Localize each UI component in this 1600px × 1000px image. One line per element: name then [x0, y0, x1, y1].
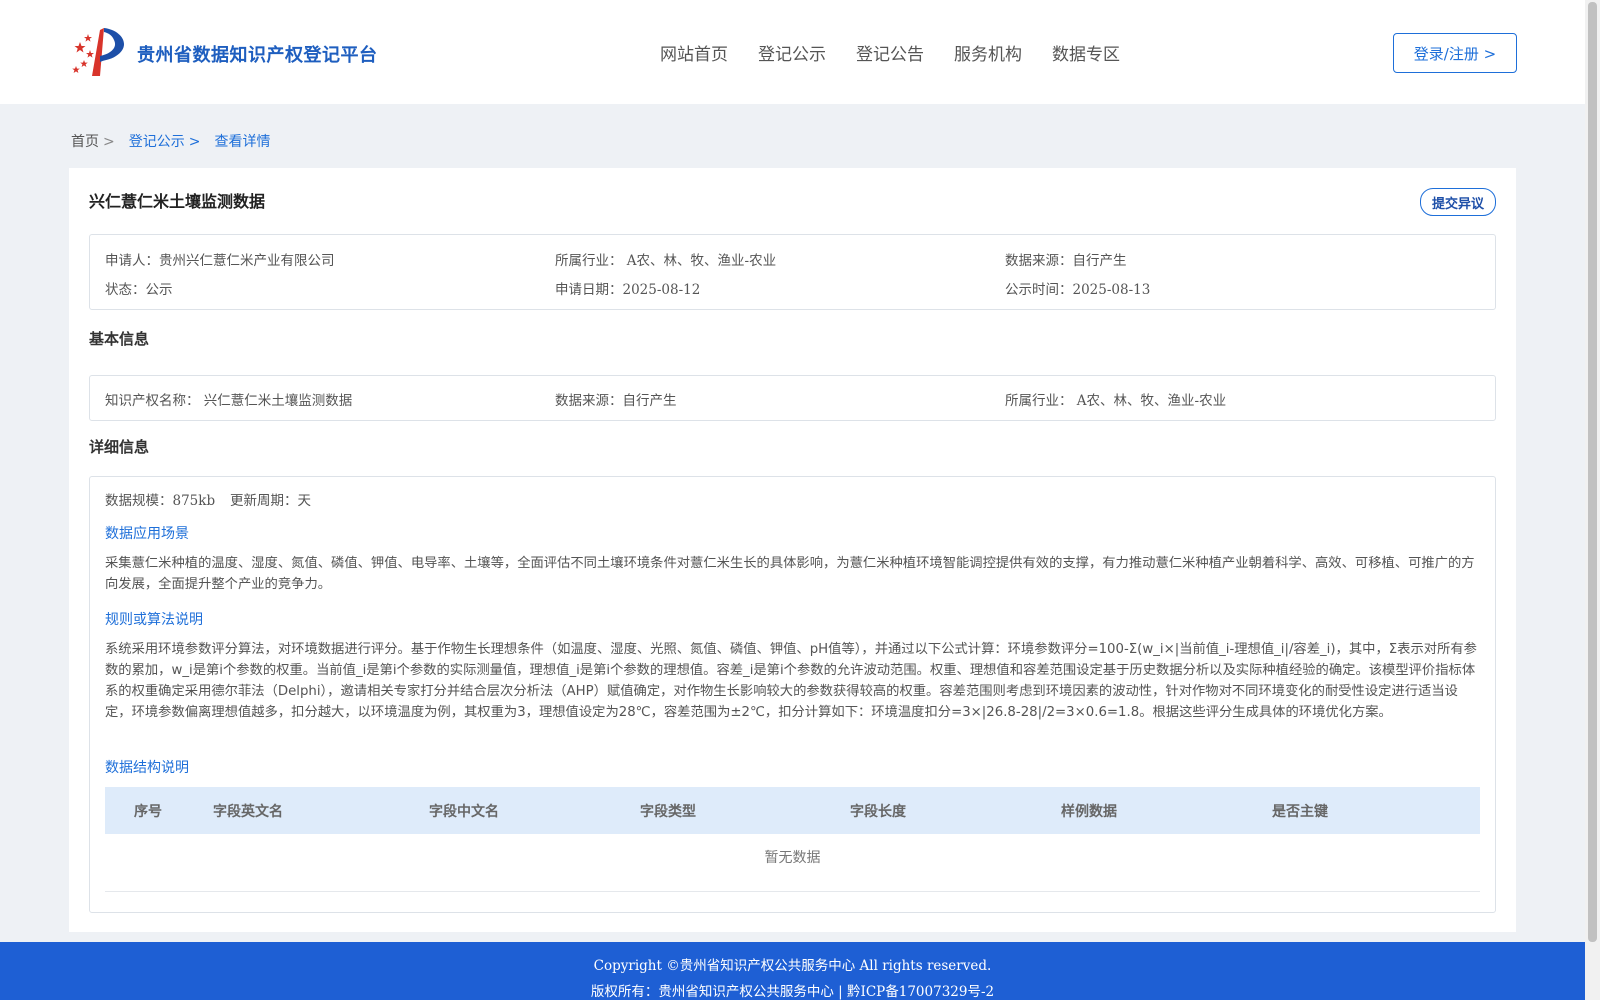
- apply-date-field: 申请日期：2025-08-12: [555, 278, 700, 298]
- scale-field: 数据规模：875kb: [105, 489, 215, 509]
- detail-card: 兴仁薏仁米土壤监测数据 提交异议 申请人：贵州兴仁薏仁米产业有限公司 所属行业：…: [69, 168, 1516, 932]
- page-scrollbar[interactable]: [1585, 0, 1600, 1000]
- nav-data-zone[interactable]: 数据专区: [1052, 40, 1120, 65]
- detail-info-box: 数据规模：875kb 更新周期：天 数据应用场景 采集薏仁米种植的温度、湿度、氮…: [89, 476, 1496, 913]
- structure-table-header: 序号 字段英文名 字段中文名 字段类型 字段长度 样例数据 是否主键: [105, 787, 1480, 834]
- structure-title: 数据结构说明: [105, 760, 189, 776]
- column-header: 是否主键: [1272, 804, 1328, 820]
- table-divider: [105, 891, 1480, 892]
- apply-date-label: 申请日期：: [555, 282, 623, 298]
- basic-source-field: 数据来源：自行产生: [555, 389, 677, 409]
- login-register-button[interactable]: 登录/注册 >: [1393, 33, 1517, 73]
- breadcrumb-list[interactable]: 登记公示: [129, 134, 185, 150]
- site-title[interactable]: 贵州省数据知识产权登记平台: [137, 41, 378, 67]
- nav-registration-public[interactable]: 登记公示: [758, 40, 826, 65]
- submit-objection-button[interactable]: 提交异议: [1420, 188, 1496, 216]
- column-header: 字段类型: [640, 804, 696, 820]
- detail-info-title: 详细信息: [89, 438, 150, 456]
- publish-time-value: 2025-08-13: [1072, 282, 1151, 298]
- basic-industry-value: A农、林、牧、渔业-农业: [1076, 393, 1227, 409]
- ip-name-field: 知识产权名称： 兴仁薏仁米土壤监测数据: [105, 389, 352, 409]
- cycle-label: 更新周期：: [230, 493, 298, 509]
- site-header: 贵州省数据知识产权登记平台 网站首页 登记公示 登记公告 服务机构 数据专区 登…: [0, 0, 1585, 104]
- cycle-field: 更新周期：天: [230, 489, 311, 509]
- apply-date-value: 2025-08-12: [622, 282, 701, 298]
- applicant-value: 贵州兴仁薏仁米产业有限公司: [159, 253, 335, 269]
- source-value: 自行产生: [1072, 253, 1127, 269]
- column-header: 字段中文名: [429, 804, 499, 820]
- status-value: 公示: [145, 282, 173, 298]
- breadcrumb: 首页 > 登记公示 > 查看详情: [71, 131, 270, 151]
- footer-owner: 版权所有：贵州省知识产权公共服务中心 | 黔ICP备17007329号-2: [590, 984, 995, 1000]
- scrollbar-thumb[interactable]: [1588, 2, 1597, 942]
- industry-label: 所属行业：: [555, 253, 623, 269]
- site-logo-icon: [72, 28, 125, 76]
- industry-field: 所属行业： A农、林、牧、渔业-农业: [555, 249, 776, 269]
- nav-registration-notice[interactable]: 登记公告: [856, 40, 924, 65]
- basic-industry-label: 所属行业：: [1005, 393, 1073, 409]
- ip-name-label: 知识产权名称：: [105, 393, 200, 409]
- scenario-text: 采集薏仁米种植的温度、湿度、氮值、磷值、钾值、电导率、土壤等，全面评估不同土壤环…: [105, 556, 1475, 592]
- scale-value: 875kb: [172, 493, 216, 509]
- column-header: 字段英文名: [213, 804, 283, 820]
- publish-time-field: 公示时间：2025-08-13: [1005, 278, 1150, 298]
- basic-source-value: 自行产生: [622, 393, 677, 409]
- applicant-label: 申请人：: [105, 253, 159, 269]
- table-empty-text: 暂无数据: [764, 850, 821, 866]
- breadcrumb-separator: >: [103, 134, 115, 150]
- publish-time-label: 公示时间：: [1005, 282, 1073, 298]
- basic-source-label: 数据来源：: [555, 393, 623, 409]
- column-header: 字段长度: [850, 804, 906, 820]
- basic-industry-field: 所属行业： A农、林、牧、渔业-农业: [1005, 389, 1226, 409]
- nav-home[interactable]: 网站首页: [660, 40, 728, 65]
- breadcrumb-separator: >: [188, 134, 201, 150]
- nav-service-agencies[interactable]: 服务机构: [954, 40, 1022, 65]
- algorithm-title: 规则或算法说明: [105, 612, 203, 628]
- scale-label: 数据规模：: [105, 493, 173, 509]
- breadcrumb-home[interactable]: 首页: [71, 134, 99, 150]
- cycle-value: 天: [297, 493, 312, 509]
- column-header: 序号: [134, 804, 162, 820]
- applicant-field: 申请人：贵州兴仁薏仁米产业有限公司: [105, 249, 335, 269]
- basic-info-box: 知识产权名称： 兴仁薏仁米土壤监测数据 数据来源：自行产生 所属行业： A农、林…: [89, 375, 1496, 421]
- footer-copyright: Copyright ©贵州省知识产权公共服务中心 All rights rese…: [593, 958, 992, 974]
- record-title: 兴仁薏仁米土壤监测数据: [89, 192, 266, 211]
- ip-name-value: 兴仁薏仁米土壤监测数据: [203, 393, 353, 409]
- site-footer: Copyright ©贵州省知识产权公共服务中心 All rights rese…: [0, 942, 1585, 1000]
- scenario-title: 数据应用场景: [105, 526, 189, 542]
- source-field: 数据来源：自行产生: [1005, 249, 1127, 269]
- status-field: 状态：公示: [105, 278, 173, 298]
- algorithm-text: 系统采用环境参数评分算法，对环境数据进行评分。基于作物生长理想条件（如温度、湿度…: [105, 642, 1477, 720]
- summary-box: 申请人：贵州兴仁薏仁米产业有限公司 所属行业： A农、林、牧、渔业-农业 数据来…: [89, 234, 1496, 310]
- main-nav: 网站首页 登记公示 登记公告 服务机构 数据专区: [660, 40, 1120, 65]
- column-header: 样例数据: [1061, 804, 1117, 820]
- status-label: 状态：: [105, 282, 146, 298]
- basic-info-title: 基本信息: [89, 330, 150, 348]
- source-label: 数据来源：: [1005, 253, 1073, 269]
- breadcrumb-current[interactable]: 查看详情: [214, 131, 270, 151]
- industry-value: A农、林、牧、渔业-农业: [626, 253, 777, 269]
